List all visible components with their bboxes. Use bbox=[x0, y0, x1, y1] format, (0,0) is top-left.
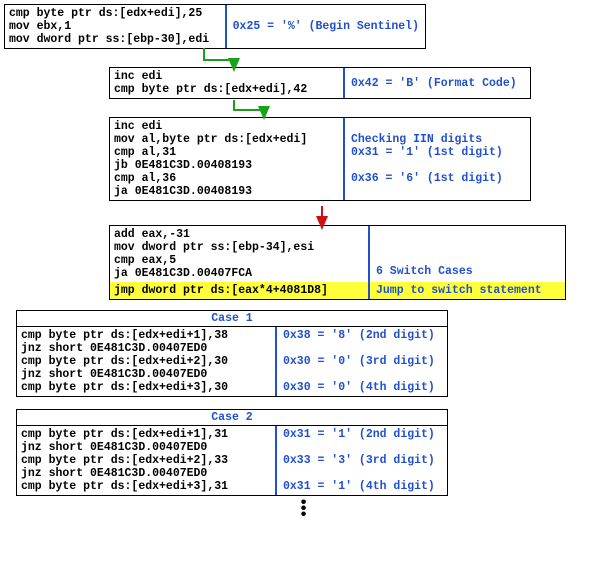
block-format: inc edi cmp byte ptr ds:[edx+edi],42 0x4… bbox=[109, 67, 531, 99]
case-title: Case 2 bbox=[17, 410, 447, 426]
asm-code: cmp byte ptr ds:[edx+edi],25 mov ebx,1 m… bbox=[5, 5, 225, 48]
asm-comment: 0x42 = 'B' (Format Code) bbox=[343, 68, 530, 98]
block-sentinel: cmp byte ptr ds:[edx+edi],25 mov ebx,1 m… bbox=[4, 4, 426, 49]
highlighted-jump: jmp dword ptr ds:[eax*4+4081D8] Jump to … bbox=[110, 282, 565, 299]
asm-code: add eax,-31 mov dword ptr ss:[ebp-34],es… bbox=[110, 226, 368, 282]
ellipsis-icon: • • • bbox=[4, 500, 600, 518]
asm-comment: 0x25 = '%' (Begin Sentinel) bbox=[225, 5, 425, 48]
asm-code: cmp byte ptr ds:[edx+edi+1],38 jnz short… bbox=[17, 327, 275, 396]
asm-comment-hl: Jump to switch statement bbox=[368, 282, 565, 299]
asm-code: inc edi mov al,byte ptr ds:[edx+edi] cmp… bbox=[110, 118, 343, 200]
block-iin: inc edi mov al,byte ptr ds:[edx+edi] cmp… bbox=[109, 117, 531, 201]
asm-comment: Checking IIN digits 0x31 = '1' (1st digi… bbox=[343, 118, 530, 200]
case-title: Case 1 bbox=[17, 311, 447, 327]
diagram-root: cmp byte ptr ds:[edx+edi],25 mov ebx,1 m… bbox=[4, 4, 600, 518]
asm-code-hl: jmp dword ptr ds:[eax*4+4081D8] bbox=[110, 282, 368, 299]
case-1-box: Case 1 cmp byte ptr ds:[edx+edi+1],38 jn… bbox=[16, 310, 448, 397]
asm-code: cmp byte ptr ds:[edx+edi+1],31 jnz short… bbox=[17, 426, 275, 495]
asm-comment: 0x31 = '1' (2nd digit) 0x33 = '3' (3rd d… bbox=[275, 426, 447, 495]
block-switch: add eax,-31 mov dword ptr ss:[ebp-34],es… bbox=[109, 225, 566, 300]
case-2-box: Case 2 cmp byte ptr ds:[edx+edi+1],31 jn… bbox=[16, 409, 448, 496]
asm-code: inc edi cmp byte ptr ds:[edx+edi],42 bbox=[110, 68, 343, 98]
asm-comment: 6 Switch Cases bbox=[368, 226, 565, 282]
asm-comment: 0x38 = '8' (2nd digit) 0x30 = '0' (3rd d… bbox=[275, 327, 447, 396]
